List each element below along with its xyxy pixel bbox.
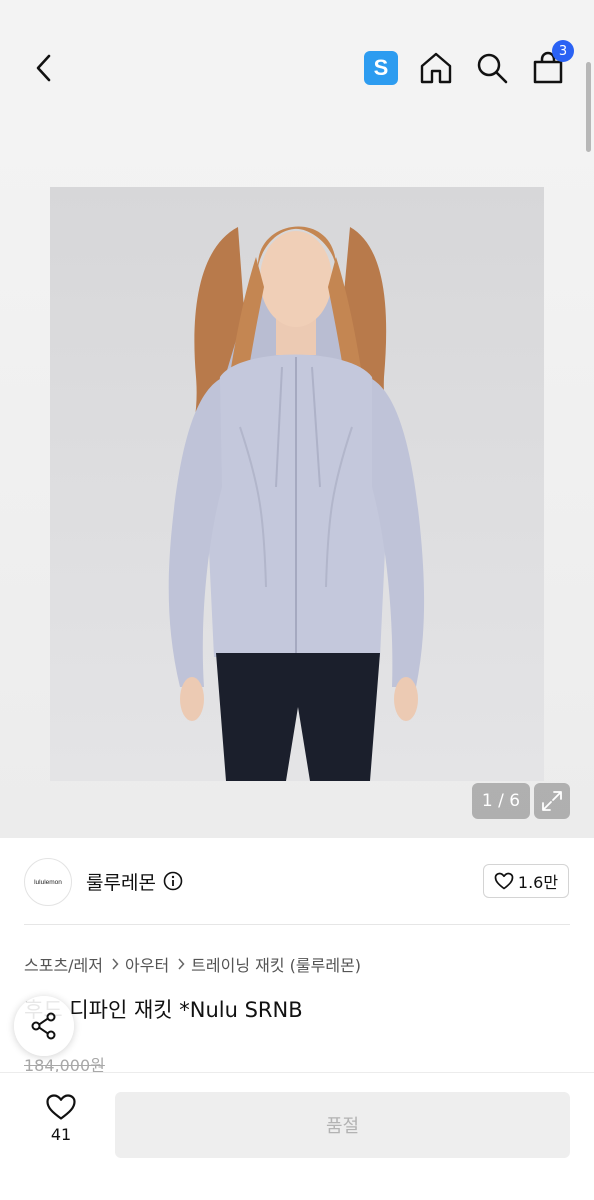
s-service-icon[interactable]: S [364, 51, 398, 85]
shop-name[interactable]: 룰루레몬 [86, 868, 156, 895]
bottom-action-bar: 41 품절 [0, 1072, 594, 1200]
image-counter: 1 / 6 [472, 783, 530, 819]
product-photo [50, 187, 544, 781]
soldout-button[interactable]: 품절 [115, 1092, 570, 1158]
info-icon[interactable] [163, 871, 183, 891]
chevron-right-icon [111, 958, 119, 970]
breadcrumb-item-sports[interactable]: 스포츠/레저 [24, 952, 103, 976]
breadcrumb-item-outer[interactable]: 아우터 [125, 952, 169, 976]
expand-icon [542, 791, 562, 811]
breadcrumb-item-training-jacket[interactable]: 트레이닝 재킷 (룰루레몬) [191, 952, 361, 976]
back-icon [36, 54, 51, 82]
share-icon [31, 1012, 56, 1040]
search-icon [477, 53, 508, 84]
expand-image-button[interactable] [534, 783, 570, 819]
shop-like-count: 1.6만 [517, 873, 559, 892]
favorite-button[interactable]: 41 [36, 1093, 86, 1157]
product-page: S 3 1 / 6 lululemon 룰루레몬 1.6만 스포츠/레저 아우터… [0, 0, 594, 1200]
cart-button[interactable]: 3 [530, 40, 574, 86]
chevron-right-icon [177, 958, 185, 970]
divider [24, 924, 570, 925]
shop-logo-text: lululemon [34, 878, 62, 886]
back-button[interactable] [26, 48, 62, 88]
scrollbar[interactable] [586, 62, 591, 152]
favorite-count: 41 [50, 1125, 72, 1144]
share-button[interactable] [14, 996, 74, 1056]
heart-icon [46, 1094, 76, 1120]
home-button[interactable] [418, 50, 454, 86]
cart-count-badge: 3 [552, 40, 574, 62]
product-image-gallery[interactable]: 1 / 6 [0, 140, 594, 838]
shop-logo[interactable]: lululemon [24, 858, 72, 906]
breadcrumb: 스포츠/레저 아우터 트레이닝 재킷 (룰루레몬) [24, 952, 361, 976]
search-button[interactable] [474, 50, 510, 86]
top-nav-bar: S 3 [0, 0, 594, 152]
shop-like-button[interactable]: 1.6만 [483, 864, 569, 898]
heart-icon [494, 872, 514, 890]
home-icon [420, 52, 452, 84]
